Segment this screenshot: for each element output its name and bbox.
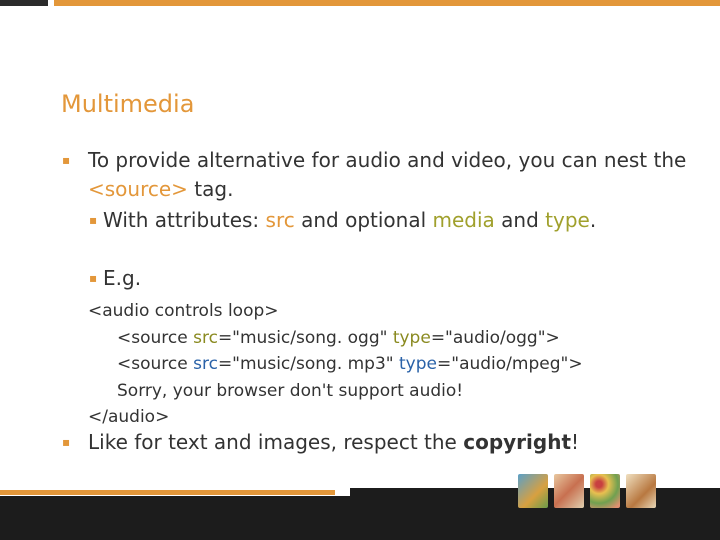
- bullet-text: To provide alternative for audio and vid…: [88, 148, 687, 172]
- sub-bullet-text: and optional: [294, 208, 433, 232]
- bottom-bar-accent: [0, 490, 335, 495]
- code-line: Sorry, your browser don't support audio!: [117, 380, 464, 401]
- bullet-text: !: [571, 430, 580, 454]
- thumbnail-image-icon: [626, 474, 656, 508]
- copyright-text: copyright: [463, 430, 572, 454]
- thumbnail-image-icon: [518, 474, 548, 508]
- code-token: ="music/song. mp3": [217, 354, 400, 374]
- source-tag-text: <source>: [88, 177, 188, 201]
- top-bar-dark: [0, 0, 48, 6]
- thumbnail-image-icon: [590, 474, 620, 508]
- sub-bullet-attributes: ▪ With attributes: src and optional medi…: [89, 206, 703, 235]
- type-attr-text: type: [545, 208, 590, 232]
- code-token: ="music/song. ogg": [217, 327, 393, 348]
- code-line: </audio>: [88, 407, 170, 427]
- code-line: <source src="music/song. ogg" type="audi…: [88, 325, 583, 352]
- square-bullet-icon: ▪: [62, 435, 71, 449]
- code-line: <source src="music/song. mp3" type="audi…: [88, 351, 583, 378]
- code-token: ="audio/mpeg">: [437, 354, 583, 374]
- code-token: <source: [117, 354, 194, 374]
- top-bar-accent: [54, 0, 720, 6]
- square-bullet-icon: ▪: [89, 271, 98, 285]
- code-token: ="audio/ogg">: [430, 327, 560, 348]
- sub-bullet-text: With attributes:: [103, 208, 266, 232]
- decorative-thumbnails: [518, 474, 656, 508]
- code-token: src: [193, 354, 218, 374]
- sub-bullet-text: and: [494, 208, 546, 232]
- code-example: <audio controls loop> <source src="music/…: [88, 298, 583, 431]
- bullet-nest-source: ▪ To provide alternative for audio and v…: [62, 146, 698, 204]
- square-bullet-icon: ▪: [62, 153, 71, 167]
- sub-bullet-text: E.g.: [103, 266, 142, 290]
- code-token: <source: [117, 327, 194, 348]
- bullet-copyright: ▪ Like for text and images, respect the …: [62, 428, 698, 457]
- bullet-text: Like for text and images, respect the: [88, 430, 464, 454]
- code-token: type: [392, 327, 431, 348]
- code-token: src: [193, 327, 218, 348]
- sub-bullet-example: ▪ E.g.: [89, 264, 703, 293]
- slide-title: Multimedia: [61, 90, 195, 118]
- sub-bullet-text: .: [589, 208, 597, 232]
- bullet-text: tag.: [187, 177, 234, 201]
- src-attr-text: src: [265, 208, 295, 232]
- square-bullet-icon: ▪: [89, 213, 98, 227]
- thumbnail-image-icon: [554, 474, 584, 508]
- code-line: <audio controls loop>: [88, 301, 279, 321]
- media-attr-text: media: [432, 208, 495, 232]
- code-token: type: [399, 354, 437, 374]
